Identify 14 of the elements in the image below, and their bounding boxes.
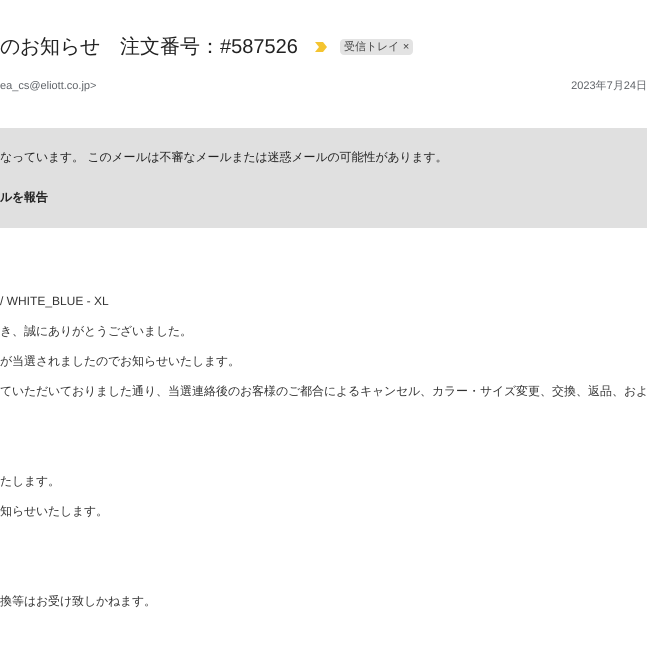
email-subject: のお知らせ 注文番号：#587526 [0,35,298,60]
body-text: 知らせいたします。 [0,503,109,520]
sender-address: ea_cs@eliott.co.jp> [0,78,96,94]
body-text: き、誠にありがとうございました。 [0,323,193,340]
body-text: たします。 [0,473,61,490]
email-date: 2023年7月24日 [571,78,647,94]
body-text: が当選されましたのでお知らせいたします。 [0,353,241,370]
body-text: ていただいておりました通り、当選連絡後のお客様のご都合によるキャンセル、カラー・サイズ変更、交換、返品、およ [0,383,647,400]
report-link[interactable]: ルを報告 [0,188,48,206]
warning-message: なっています。 このメールは不審なメールまたは迷惑メールの可能性があります。 [0,149,448,166]
body-text: / WHITE_BLUE - XL [0,293,110,310]
importance-marker-icon[interactable] [314,41,328,53]
body-text: 換等はお受け致しかねます。 [0,593,157,610]
inbox-label[interactable]: 受信トレイ × [340,38,414,56]
